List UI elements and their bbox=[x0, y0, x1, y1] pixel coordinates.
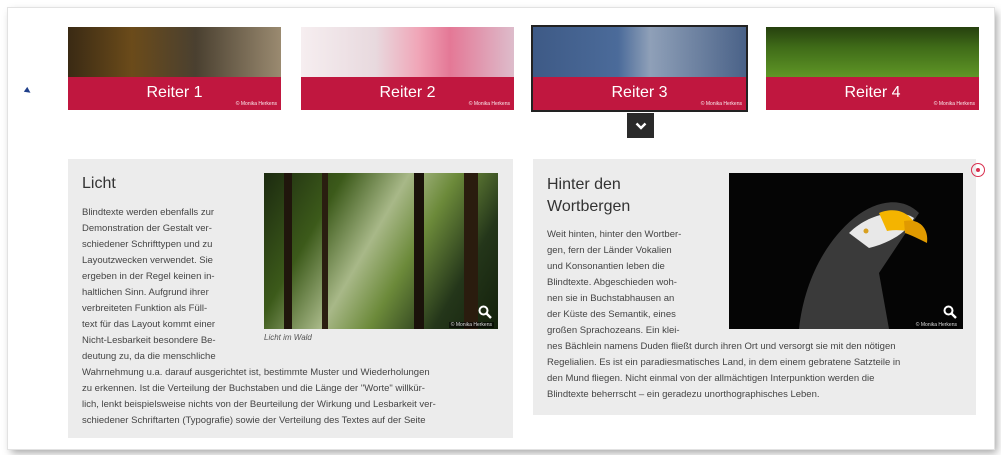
text-line: verbreiteten Funktion als Füll- bbox=[82, 303, 208, 314]
text-line: Wahrnehmung u.a. darauf ausgerichtet ist… bbox=[82, 367, 430, 378]
text-line: ergeben in der Regel keinen in- bbox=[82, 271, 215, 282]
text-line: Layoutzwecken verwendet. Sie bbox=[82, 255, 213, 266]
text-line: Weit hinten, hinter den Wortber- bbox=[547, 229, 682, 240]
text-line: deutung zu, da die menschliche bbox=[82, 351, 216, 362]
text-line: Blindtexte beherrscht – ein geradezu uno… bbox=[547, 389, 820, 400]
text-line: Blindtexte werden ebenfalls zur bbox=[82, 207, 215, 218]
magnifier-icon[interactable] bbox=[478, 305, 492, 319]
image-credit: © Monika Herkens bbox=[913, 322, 959, 328]
chevron-down-icon bbox=[635, 122, 646, 130]
text-line: und Konsonantien leben die bbox=[547, 261, 665, 272]
eagle-illustration bbox=[799, 202, 928, 329]
panel-text-wide: Wahrnehmung u.a. darauf ausgerichtet ist… bbox=[82, 365, 507, 429]
text-line: Nicht-Lesbarkeit besondere Be- bbox=[82, 335, 216, 346]
image-credit: © Monika Herkens bbox=[933, 101, 975, 107]
text-line: zu erkennen. Ist die Verteilung der Buch… bbox=[82, 383, 425, 394]
panel-title: Hinter den Wortbergen bbox=[547, 174, 630, 218]
text-line: schiedener Schrifttypen und zu bbox=[82, 239, 213, 250]
tab-label: Reiter 1 bbox=[146, 84, 203, 101]
tab-reiter-2[interactable]: Reiter 2 © Monika Herkens bbox=[301, 27, 514, 110]
panel-text-narrow: Weit hinten, hinter den Wortber- gen, fe… bbox=[547, 227, 722, 339]
text-line: Regelialien. Es ist ein paradiesmatische… bbox=[547, 357, 901, 368]
tab-label: Reiter 2 bbox=[379, 84, 436, 101]
text-line: den Mund fliegen. Nicht einmal von der a… bbox=[547, 373, 875, 384]
image-credit: © Monika Herkens bbox=[235, 101, 277, 107]
tab-image-blossom bbox=[301, 27, 514, 77]
text-line: großen Sprachozeans. Ein klei- bbox=[547, 325, 680, 336]
tab-image-flowers bbox=[68, 27, 281, 77]
tab-label: Reiter 4 bbox=[844, 84, 901, 101]
image-caption: Licht im Wald bbox=[264, 333, 312, 342]
forest-image[interactable]: © Monika Herkens bbox=[264, 173, 498, 329]
image-credit: © Monika Herkens bbox=[468, 101, 510, 107]
tab-image-meadow bbox=[766, 27, 979, 77]
collapse-toggle-button[interactable] bbox=[627, 113, 654, 138]
text-line: schiedener Schriftarten (Typografie) sow… bbox=[82, 415, 426, 426]
panel-text-wide: nes Bächlein namens Duden fließt durch i… bbox=[547, 339, 972, 403]
panel-title: Licht bbox=[82, 175, 116, 192]
tab-reiter-4[interactable]: Reiter 4 © Monika Herkens bbox=[766, 27, 979, 110]
magnifier-icon[interactable] bbox=[943, 305, 957, 319]
text-line: lich, lenkt beispielsweise nichts von de… bbox=[82, 399, 436, 410]
text-line: der Küste des Semantik, eines bbox=[547, 309, 676, 320]
text-line: nen sie in Buchstabhausen an bbox=[547, 293, 675, 304]
text-line: gen, fern der Länder Vokalien bbox=[547, 245, 672, 256]
title-line: Wortbergen bbox=[547, 198, 631, 215]
text-line: text für das Layout kommt einer bbox=[82, 319, 216, 330]
text-line: Blindtexte. Abgeschieden woh- bbox=[547, 277, 677, 288]
tab-label: Reiter 3 bbox=[611, 84, 668, 101]
text-line: Demonstration der Gestalt ver- bbox=[82, 223, 212, 234]
text-line: haltlichen Sinn. Aufgrund ihrer bbox=[82, 287, 209, 298]
image-credit: © Monika Herkens bbox=[448, 322, 494, 328]
tab-image-sky bbox=[533, 27, 746, 77]
tab-reiter-3[interactable]: Reiter 3 © Monika Herkens bbox=[531, 25, 748, 112]
eagle-image[interactable]: © Monika Herkens bbox=[729, 173, 963, 329]
image-credit: © Monika Herkens bbox=[700, 101, 742, 107]
panel-hinter-den-wortbergen: Hinter den Wortbergen Weit hinten, hinte… bbox=[533, 159, 976, 415]
panel-text-narrow: Blindtexte werden ebenfalls zur Demonstr… bbox=[82, 205, 262, 365]
text-line: nes Bächlein namens Duden fließt durch i… bbox=[547, 341, 896, 352]
title-line: Hinter den bbox=[547, 176, 621, 193]
panel-licht: Licht Blindtexte werden ebenfalls zur De… bbox=[68, 159, 513, 438]
circle-close-icon[interactable] bbox=[971, 163, 985, 177]
tab-reiter-1[interactable]: Reiter 1 © Monika Herkens bbox=[68, 27, 281, 110]
